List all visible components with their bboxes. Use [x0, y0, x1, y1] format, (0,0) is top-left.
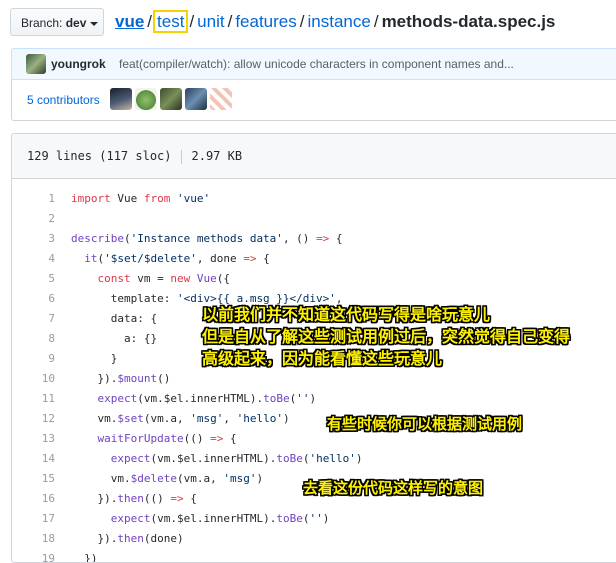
line-number[interactable]: 1: [12, 189, 55, 209]
breadcrumb: vue / test / unit / features / instance / methods-…: [115, 10, 556, 33]
author-avatar[interactable]: [26, 54, 46, 74]
code-line: 17 expect(vm.$el.innerHTML).toBe(''): [12, 509, 616, 529]
file-size: 2.97 KB: [191, 149, 243, 163]
annotation-note-1-line-1: 以前我们并不知道这代码写得是啥玩意儿: [202, 305, 491, 324]
contributor-avatar[interactable]: [110, 88, 132, 110]
code-text: }: [71, 352, 118, 365]
breadcrumb-link-instance[interactable]: instance: [308, 12, 371, 31]
code-text: import Vue from 'vue': [71, 192, 211, 205]
code-line: 2: [12, 209, 616, 229]
line-number[interactable]: 8: [12, 329, 55, 349]
code-text: data: {: [71, 312, 158, 325]
code-text: }).then(done): [71, 532, 184, 545]
code-line: 14 expect(vm.$el.innerHTML).toBe('hello'…: [12, 449, 616, 469]
line-number[interactable]: 6: [12, 289, 55, 309]
line-number[interactable]: 17: [12, 509, 55, 529]
breadcrumb-separator: /: [299, 12, 305, 31]
code-line: 4 it('$set/$delete', done => {: [12, 249, 616, 269]
code-text: }).$mount(): [71, 372, 171, 385]
code-line: 19 }): [12, 549, 616, 563]
breadcrumb-separator: /: [147, 12, 153, 31]
contributor-avatar[interactable]: [210, 88, 232, 110]
contributor-avatar[interactable]: [160, 88, 182, 110]
code-text: expect(vm.$el.innerHTML).toBe(''): [110, 512, 330, 525]
code-text: vm.$set(vm.a, 'msg', 'hello'): [71, 412, 290, 425]
breadcrumb-separator: /: [227, 12, 233, 31]
line-number[interactable]: 10: [12, 369, 55, 389]
code-text: expect(vm.$el.innerHTML).toBe('hello'): [110, 452, 363, 465]
code-text: a: {}: [71, 332, 158, 345]
code-line: 3 describe('Instance methods data', () =>…: [12, 229, 616, 249]
branch-select-button[interactable]: Branch: dev: [10, 8, 104, 36]
code-line: 12 vm.$set(vm.a, 'msg', 'hello'): [12, 409, 616, 429]
code-text: const vm = new Vue({: [97, 272, 231, 285]
code-text: waitForUpdate(() => {: [97, 432, 237, 445]
branch-name: dev: [65, 16, 87, 30]
commit-message-link[interactable]: feat(compiler/watch): allow unicode char…: [119, 57, 514, 71]
breadcrumb-link-features[interactable]: features: [235, 12, 296, 31]
annotation-note-3: 去看这份代码这样写的意图: [303, 479, 484, 497]
line-number[interactable]: 14: [12, 449, 55, 469]
code-text: it('$set/$delete', done => {: [84, 252, 270, 265]
line-number[interactable]: 4: [12, 249, 55, 269]
code-line: 13 waitForUpdate(() => {: [12, 429, 616, 449]
line-number[interactable]: 11: [12, 389, 55, 409]
breadcrumb-separator: /: [189, 12, 195, 31]
contributor-avatar[interactable]: [135, 88, 157, 110]
breadcrumb-link-unit[interactable]: unit: [197, 12, 224, 31]
contributors-link[interactable]: 5 contributors: [27, 93, 100, 107]
code-text: }): [71, 552, 98, 563]
code-text: }).then(() => {: [71, 492, 197, 505]
code-line: 11 expect(vm.$el.innerHTML).toBe(''): [12, 389, 616, 409]
annotation-note-1-line-3: 高级起来，因为能看懂这些玩意儿: [202, 349, 443, 368]
line-number[interactable]: 2: [12, 209, 55, 229]
code-listing: 1 import Vue from 'vue' 2 3 describe('Instan…: [12, 189, 616, 563]
annotation-note-1: 以前我们并不知道这代码写得是啥玩意儿 但是自从了解这些测试用例过后，突然觉得自己…: [202, 304, 570, 370]
contributors-bar: 5 contributors: [11, 80, 616, 121]
line-number[interactable]: 5: [12, 269, 55, 289]
contributor-avatar[interactable]: [185, 88, 207, 110]
line-number[interactable]: 13: [12, 429, 55, 449]
line-number[interactable]: 3: [12, 229, 55, 249]
branch-prefix: Branch:: [21, 16, 63, 30]
latest-commit: youngrok feat(compiler/watch): allow uni…: [11, 48, 616, 80]
breadcrumb-separator: /: [373, 12, 379, 31]
code-line: 1 import Vue from 'vue': [12, 189, 616, 209]
commit-author-link[interactable]: youngrok: [51, 57, 106, 71]
line-number[interactable]: 12: [12, 409, 55, 429]
code-text: expect(vm.$el.innerHTML).toBe(''): [97, 392, 317, 405]
annotation-note-1-line-2: 但是自从了解这些测试用例过后，突然觉得自己变得: [202, 327, 571, 346]
code-text: describe('Instance methods data', () => …: [71, 232, 343, 245]
line-number[interactable]: 16: [12, 489, 55, 509]
line-number[interactable]: 15: [12, 469, 55, 489]
chevron-down-icon: [90, 21, 99, 26]
line-number[interactable]: 19: [12, 549, 55, 562]
code-line: 18 }).then(done): [12, 529, 616, 549]
file-lines-info: 129 lines (117 sloc): [27, 149, 172, 163]
breadcrumb-link-test[interactable]: test: [153, 10, 189, 33]
repo-header: Branch: dev vue / test / unit / features / insta…: [0, 0, 616, 44]
line-number[interactable]: 9: [12, 349, 55, 369]
annotation-note-2: 有些时候你可以根据测试用例: [327, 415, 523, 433]
line-number[interactable]: 18: [12, 529, 55, 549]
code-line: 10 }).$mount(): [12, 369, 616, 389]
breadcrumb-link-vue[interactable]: vue: [115, 12, 144, 31]
file-info-header: 129 lines (117 sloc) 2.97 KB: [12, 134, 616, 179]
code-line: 5 const vm = new Vue({: [12, 269, 616, 289]
code-text: vm.$delete(vm.a, 'msg'): [71, 472, 264, 485]
file-name: methods-data.spec.js: [381, 12, 556, 31]
line-number[interactable]: 7: [12, 309, 55, 329]
header-divider: [180, 149, 182, 164]
